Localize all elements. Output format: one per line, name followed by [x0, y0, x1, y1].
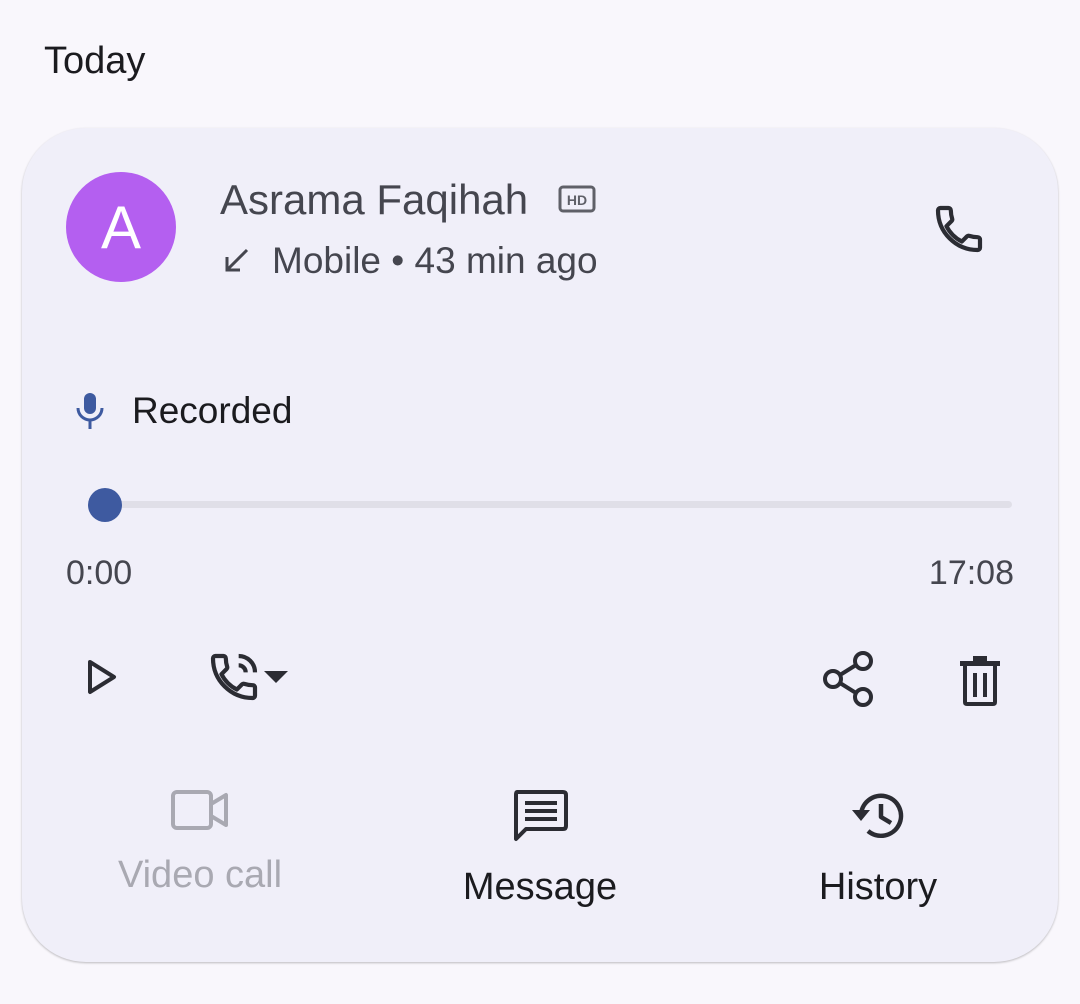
avatar[interactable]: A	[66, 172, 176, 282]
share-button[interactable]	[814, 644, 884, 714]
delete-icon	[960, 656, 1000, 706]
message-label: Message	[462, 866, 618, 908]
call-log-card[interactable]: A Asrama Faqihah HD Mobile • 43 min ago …	[22, 128, 1058, 962]
incoming-call-arrow-icon	[225, 248, 249, 272]
message-icon	[514, 790, 568, 841]
seek-bar[interactable]	[88, 501, 1012, 508]
recording-indicator: Recorded	[72, 390, 292, 432]
play-icon	[88, 660, 116, 694]
call-button[interactable]	[926, 196, 992, 262]
play-button[interactable]	[68, 644, 134, 710]
total-duration: 17:08	[928, 554, 1014, 592]
videocam-icon	[171, 790, 228, 830]
phone-in-talk-icon	[210, 653, 258, 701]
share-icon	[823, 651, 873, 707]
audio-route-button[interactable]	[198, 642, 298, 712]
video-call-button[interactable]: Video call	[50, 788, 350, 897]
current-time: 0:00	[66, 554, 133, 592]
phone-icon	[935, 205, 983, 253]
svg-text:HD: HD	[567, 192, 587, 208]
recording-label: Recorded	[132, 390, 293, 431]
history-button[interactable]: History	[728, 788, 1028, 909]
message-button[interactable]: Message	[390, 788, 690, 909]
hd-icon: HD	[558, 185, 596, 213]
call-type-time: Mobile • 43 min ago	[272, 240, 598, 281]
caret-down-icon	[264, 671, 288, 683]
seek-thumb[interactable]	[88, 488, 122, 522]
history-icon	[852, 793, 904, 839]
section-header-today: Today	[44, 40, 146, 82]
avatar-initial: A	[100, 193, 142, 261]
call-details: Mobile • 43 min ago	[220, 240, 598, 282]
delete-button[interactable]	[944, 644, 1016, 716]
mic-icon	[76, 393, 104, 429]
history-label: History	[818, 866, 938, 908]
contact-name: Asrama Faqihah	[220, 176, 529, 223]
video-call-label: Video call	[117, 854, 283, 896]
